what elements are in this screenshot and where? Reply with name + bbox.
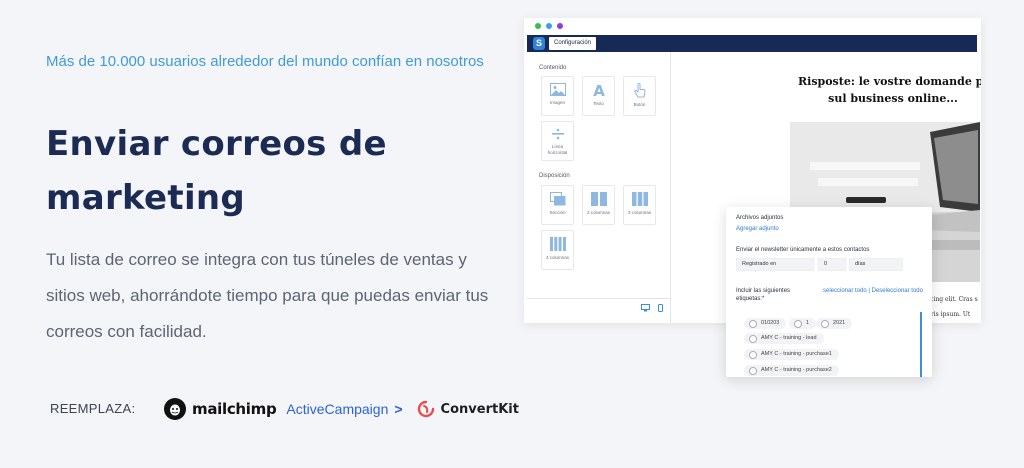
sidebar-divider (527, 298, 671, 299)
app-logo: S (533, 37, 545, 50)
tile-label: Texto (593, 101, 604, 106)
hand-pointer-icon (633, 83, 646, 98)
include-tags-label: Incluir las siguientes etiquetas:* (736, 288, 791, 302)
tile-label: 4 columnas (545, 255, 569, 260)
layout-section-title: Disposición (539, 173, 570, 179)
tag-checkbox[interactable]: 2021 (816, 318, 853, 329)
tile-label: Sección (549, 210, 566, 215)
tag-actions-separator: | (868, 288, 870, 294)
two-columns-icon (590, 192, 607, 206)
email-body-line-1: scing elit. Cras s (927, 296, 978, 303)
content-section-title: Contenido (539, 65, 567, 71)
tag-checkbox[interactable]: AMY C - training - lead (744, 333, 824, 344)
tag-checkbox[interactable]: AMY C - training - purchase2 (744, 365, 839, 376)
tile-section[interactable]: Sección (541, 185, 574, 225)
window-dot-green[interactable] (535, 23, 541, 29)
description-text: Tu lista de correo se integra con tus tú… (46, 250, 489, 341)
section-icon (549, 192, 565, 206)
four-columns-icon (549, 237, 566, 251)
tag-checkbox[interactable]: 010203 (744, 318, 787, 329)
tile-two-columns[interactable]: 2 columnas (582, 185, 615, 225)
config-button[interactable]: Configuración (549, 37, 597, 50)
mailchimp-icon (164, 398, 186, 420)
window-dot-purple[interactable] (557, 23, 563, 29)
newsletter-settings-panel: Archivos adjuntos Agregar adjunto Enviar… (726, 207, 932, 377)
attachments-label: Archivos adjuntos (736, 215, 784, 221)
mailchimp-logo-text: mailchimp (192, 400, 277, 418)
tag-checkbox[interactable]: AMY C - training - purchase1 (744, 349, 839, 360)
page-title: Enviar correos de marketing (46, 124, 387, 218)
tile-label: Botón (633, 102, 646, 107)
email-title-line-2: sul business online... (828, 92, 958, 105)
mobile-icon[interactable] (658, 304, 663, 312)
days-unit-select[interactable]: días (849, 258, 903, 271)
tag-checkbox[interactable]: 1 (789, 318, 817, 329)
tile-label: 3 columnas (627, 210, 651, 215)
tile-label: Línea horizontal (547, 144, 568, 155)
three-columns-icon (631, 192, 648, 206)
registered-in-select[interactable]: Registrado en (736, 258, 814, 271)
convertkit-icon (417, 400, 434, 418)
tile-divider[interactable]: Línea horizontal (541, 121, 574, 161)
email-body-line-2: uris ipsum. Ut (927, 311, 971, 318)
replaces-label: REEMPLAZA: (50, 401, 136, 416)
divider-icon (551, 128, 564, 140)
activecampaign-logo-text: ActiveCampaign (286, 401, 389, 417)
tile-four-columns[interactable]: 4 columnas (541, 230, 574, 270)
window-dot-blue[interactable] (546, 23, 552, 29)
tile-button[interactable]: Botón (623, 76, 656, 116)
svg-text:A: A (593, 83, 605, 97)
tile-label: Imagen (549, 100, 565, 105)
competitor-logos: mailchimp ActiveCampaign > ConvertKit (164, 396, 519, 422)
tile-label: 2 columnas (586, 210, 610, 215)
editor-topbar: S Configuración (527, 35, 977, 52)
days-input[interactable]: 0 (818, 258, 846, 271)
kicker-text: Más de 10.000 usuarios alrededor del mun… (46, 53, 484, 70)
tag-actions: seleccionar todo | Deseleccionar todo (823, 287, 923, 296)
window-controls (535, 23, 563, 29)
tile-three-columns[interactable]: 3 columnas (623, 185, 656, 225)
add-attachment-link[interactable]: Agregar adjunto (736, 226, 779, 232)
tags-list[interactable]: 010203 1 2021 AMY C - training - lead AM… (736, 312, 922, 377)
email-title-line-1: Risposte: le vostre domande più so (798, 75, 981, 88)
select-all-link[interactable]: seleccionar todo (823, 288, 867, 294)
convertkit-logo-text: ConvertKit (440, 401, 519, 417)
desktop-icon[interactable] (641, 304, 650, 312)
text-icon: A (593, 83, 605, 97)
activecampaign-chevron-icon: > (394, 401, 403, 417)
send-only-label: Enviar el newsletter únicamente a estos … (736, 247, 870, 253)
blocks-sidebar: Contenido Imagen A Texto Botón Línea hor… (527, 52, 671, 323)
deselect-all-link[interactable]: Deseleccionar todo (872, 288, 923, 294)
tile-text[interactable]: A Texto (582, 76, 615, 116)
image-icon (549, 83, 566, 96)
device-toggle (641, 304, 663, 312)
tile-image[interactable]: Imagen (541, 76, 574, 116)
email-title: Risposte: le vostre domande più so sul b… (798, 73, 981, 107)
